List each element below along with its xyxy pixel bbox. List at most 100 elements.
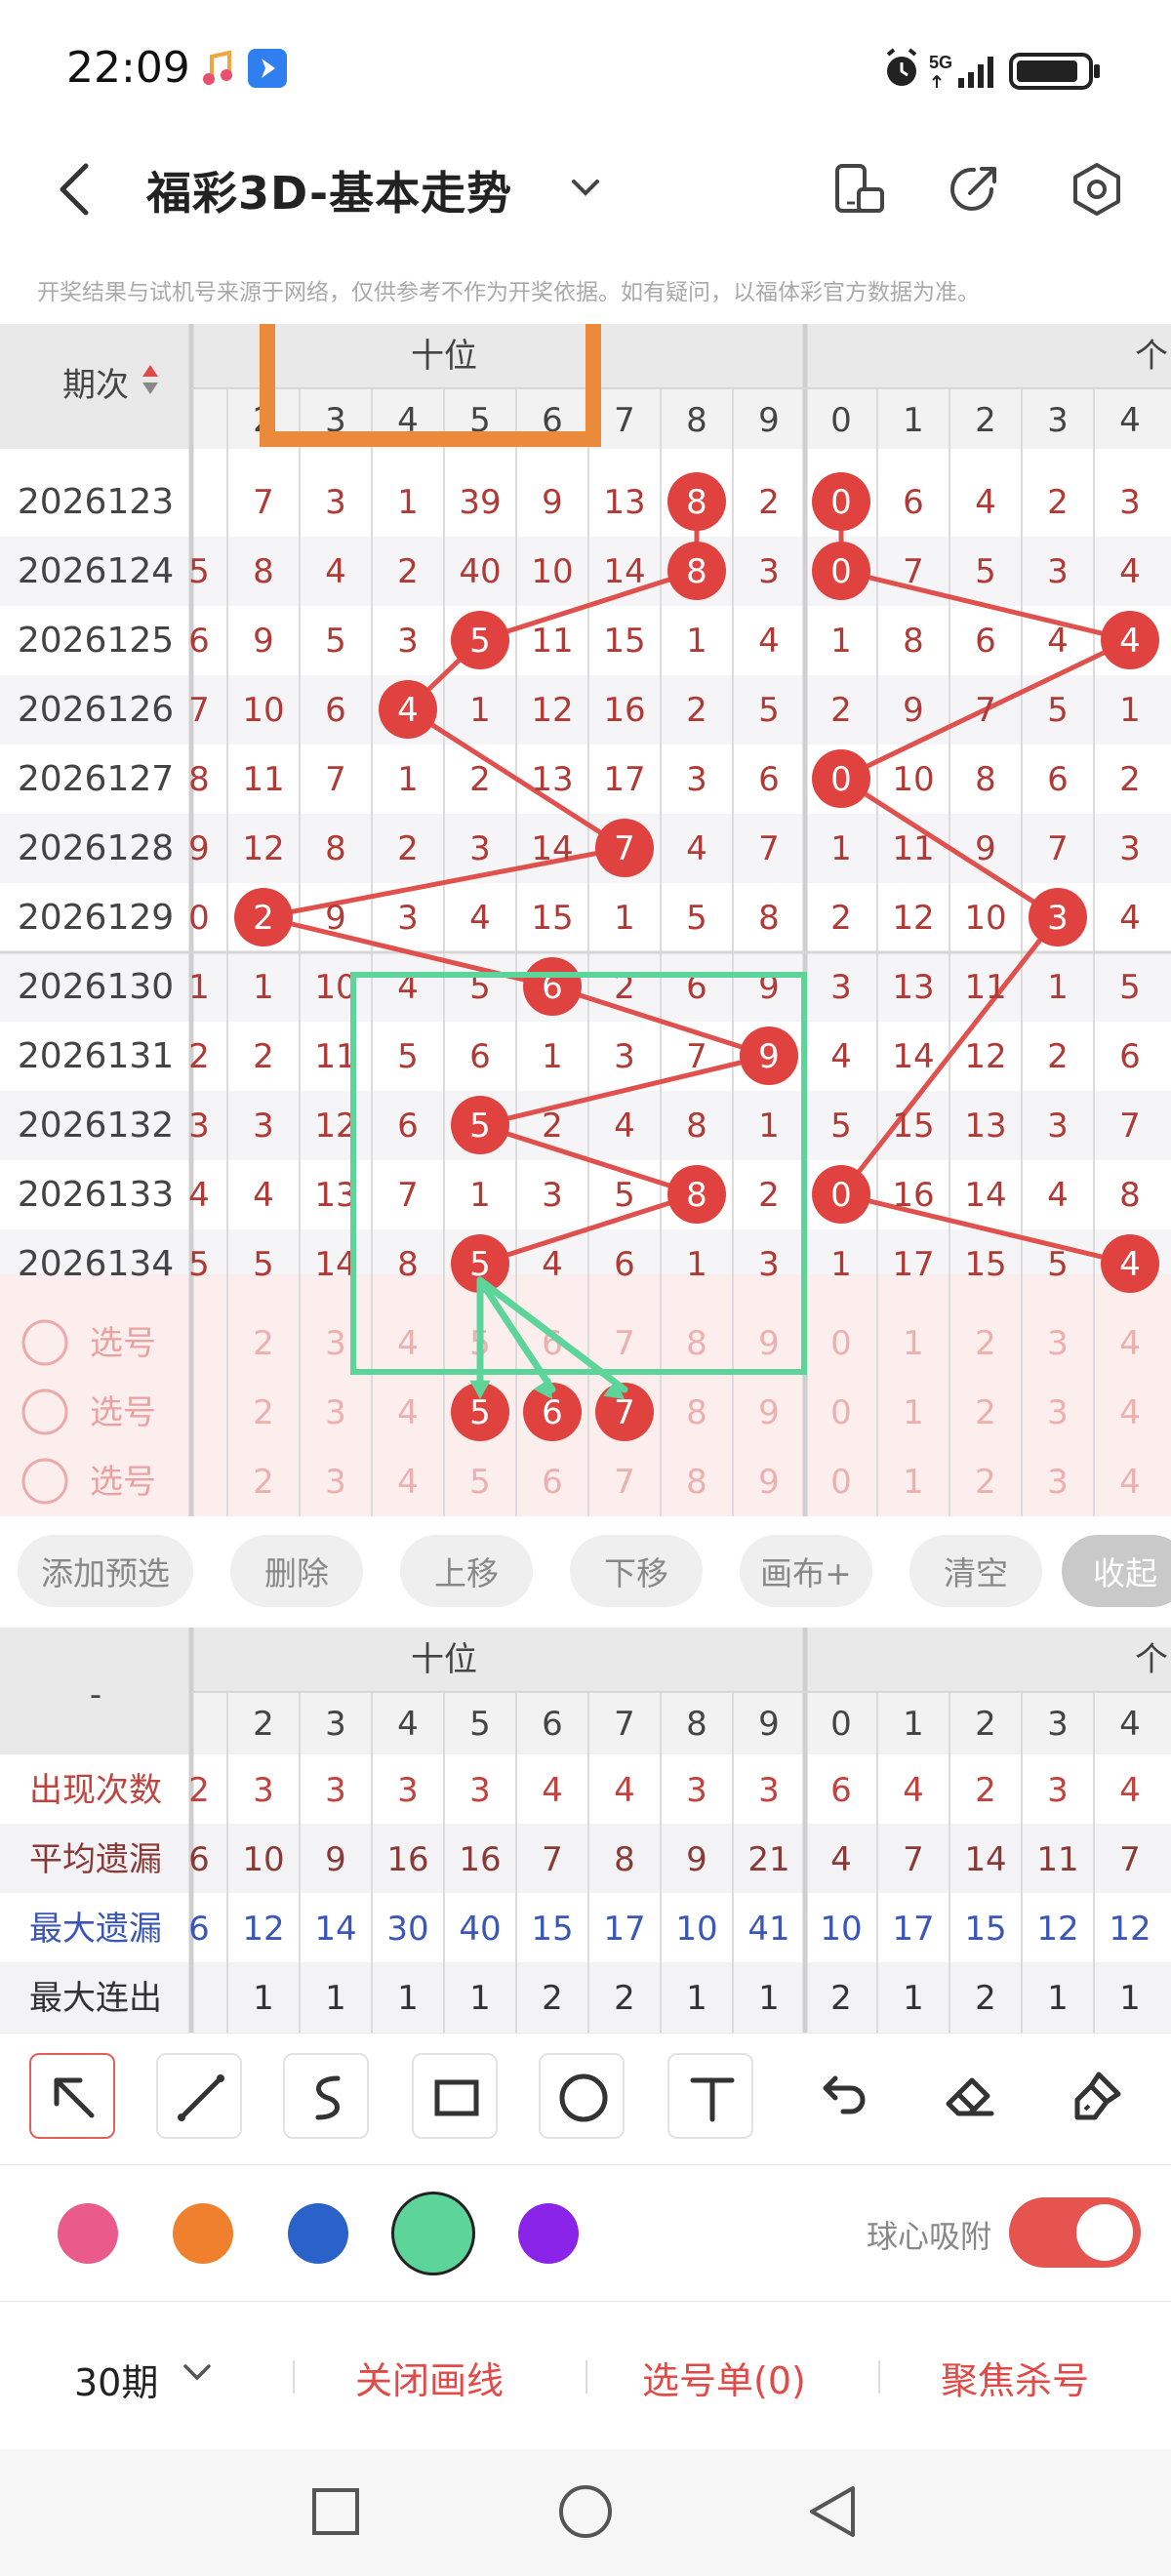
pink-swatch[interactable] bbox=[58, 2203, 118, 2264]
select-cell[interactable]: 4 bbox=[1119, 1463, 1141, 1502]
omission-cell: 2 bbox=[469, 760, 491, 799]
select-cell[interactable]: 3 bbox=[325, 1463, 346, 1502]
select-cell[interactable]: 3 bbox=[1047, 1463, 1069, 1502]
stats-cell: 17 bbox=[603, 1910, 645, 1949]
select-cell[interactable]: 1 bbox=[903, 1463, 924, 1502]
period-header[interactable]: 期次 bbox=[62, 366, 129, 405]
trend-chart[interactable]: 期次 十位个 2 3 4 5 6 7 8 9 0 1 2 3 4 2026123 7 3 1 39 9 13 8 2 0 6 4 2 3… bbox=[0, 324, 1171, 1516]
page-title[interactable]: 福彩3D-基本走势 bbox=[146, 158, 512, 222]
select-cell[interactable]: 3 bbox=[325, 1324, 346, 1363]
edge-cell: 5 bbox=[188, 1245, 210, 1284]
select-cell[interactable]: 3 bbox=[1047, 1393, 1069, 1432]
select-cell[interactable]: 4 bbox=[397, 1463, 419, 1502]
period-select[interactable]: 30期 bbox=[74, 2353, 158, 2406]
home-icon[interactable] bbox=[559, 2485, 612, 2538]
select-cell[interactable]: 5 bbox=[469, 1463, 491, 1502]
select-cell[interactable]: 9 bbox=[758, 1324, 780, 1363]
magnet-toggle[interactable] bbox=[1009, 2197, 1141, 2268]
omission-cell: 11 bbox=[531, 622, 573, 661]
rectangle-tool-button[interactable] bbox=[412, 2053, 498, 2139]
settings-icon[interactable] bbox=[1068, 160, 1126, 219]
stats-cell: 12 bbox=[1109, 1910, 1151, 1949]
hit-ball-label: 2 bbox=[253, 899, 274, 938]
phone-rotate-icon[interactable] bbox=[829, 160, 888, 219]
select-cell[interactable]: 8 bbox=[686, 1324, 707, 1363]
chevron-down-icon[interactable] bbox=[178, 2353, 217, 2392]
select-cell[interactable]: 1 bbox=[903, 1393, 924, 1432]
delete-button[interactable]: 删除 bbox=[230, 1535, 363, 1607]
stats-cell: 12 bbox=[242, 1910, 284, 1949]
chevron-down-icon[interactable] bbox=[566, 168, 605, 207]
omission-cell: 2 bbox=[830, 691, 852, 730]
orange-swatch[interactable] bbox=[173, 2203, 233, 2264]
select-cell[interactable]: 2 bbox=[975, 1324, 996, 1363]
undo-icon bbox=[823, 2075, 866, 2114]
back-icon[interactable] bbox=[51, 158, 100, 221]
select-cell[interactable]: 1 bbox=[903, 1324, 924, 1363]
canvas-plus-button[interactable]: 画布+ bbox=[740, 1535, 872, 1607]
move-down-button[interactable]: 下移 bbox=[570, 1535, 703, 1607]
stats-cell: 16 bbox=[386, 1840, 428, 1879]
tens-header: 十位 bbox=[411, 337, 477, 376]
select-cell[interactable]: 9 bbox=[758, 1393, 780, 1432]
select-cell[interactable]: 7 bbox=[614, 1463, 635, 1502]
select-cell[interactable]: 4 bbox=[1119, 1393, 1141, 1432]
stats-cell: 14 bbox=[314, 1910, 356, 1949]
undo-button[interactable] bbox=[798, 2053, 884, 2139]
separator bbox=[293, 2360, 295, 2394]
close-lines-button[interactable]: 关闭画线 bbox=[355, 2351, 504, 2404]
music-note-icon bbox=[203, 50, 232, 85]
select-cell[interactable]: 8 bbox=[686, 1393, 707, 1432]
select-cell[interactable]: 2 bbox=[253, 1393, 274, 1432]
select-cell[interactable]: 4 bbox=[397, 1324, 419, 1363]
omission-cell: 17 bbox=[603, 760, 645, 799]
share-icon[interactable] bbox=[945, 160, 1003, 219]
select-cell[interactable]: 0 bbox=[830, 1324, 852, 1363]
omission-cell: 7 bbox=[1119, 1107, 1141, 1146]
select-cell[interactable]: 4 bbox=[397, 1393, 419, 1432]
select-cell[interactable]: 2 bbox=[253, 1324, 274, 1363]
eraser-button[interactable] bbox=[927, 2053, 1013, 2139]
omission-cell: 4 bbox=[1119, 899, 1141, 938]
omission-cell: 1 bbox=[1119, 691, 1141, 730]
selection-list-button[interactable]: 选号单(0) bbox=[642, 2351, 806, 2404]
omission-cell: 1 bbox=[397, 760, 419, 799]
omission-cell: 1 bbox=[1047, 968, 1069, 1007]
arrow-tool-button[interactable] bbox=[29, 2053, 115, 2139]
omission-cell: 5 bbox=[758, 691, 780, 730]
blue-swatch[interactable] bbox=[288, 2203, 348, 2264]
select-cell[interactable]: 4 bbox=[1119, 1324, 1141, 1363]
omission-cell: 1 bbox=[469, 691, 491, 730]
text-tool-button[interactable] bbox=[667, 2053, 753, 2139]
circle-tool-button[interactable] bbox=[539, 2053, 625, 2139]
select-cell[interactable]: 0 bbox=[830, 1463, 852, 1502]
clear-button[interactable]: 清空 bbox=[909, 1535, 1042, 1607]
select-cell[interactable]: 3 bbox=[1047, 1324, 1069, 1363]
brush-button[interactable] bbox=[1054, 2053, 1140, 2139]
omission-cell: 8 bbox=[1119, 1176, 1141, 1215]
omission-cell: 4 bbox=[542, 1245, 563, 1284]
omission-cell: 12 bbox=[964, 1037, 1006, 1076]
purple-swatch[interactable] bbox=[518, 2203, 579, 2264]
select-cell[interactable]: 2 bbox=[253, 1463, 274, 1502]
move-up-button[interactable]: 上移 bbox=[400, 1535, 533, 1607]
select-cell[interactable]: 6 bbox=[542, 1463, 563, 1502]
collapse-button[interactable]: 收起 bbox=[1062, 1535, 1171, 1607]
omission-cell: 7 bbox=[253, 483, 274, 522]
curve-tool-button[interactable] bbox=[283, 2053, 369, 2139]
line-tool-button[interactable] bbox=[156, 2053, 242, 2139]
select-cell[interactable]: 8 bbox=[686, 1463, 707, 1502]
focus-kill-button[interactable]: 聚焦杀号 bbox=[941, 2351, 1089, 2404]
green-swatch[interactable] bbox=[391, 2192, 475, 2275]
select-cell[interactable]: 3 bbox=[325, 1393, 346, 1432]
trend-chart-svg[interactable]: 期次十位 个2 3 4 5 6 7 8 9 0 1 2 3 42026123 7 3 1 39 9 13 8 2 0 6 4 2 3… bbox=[0, 324, 1171, 1516]
select-cell[interactable]: 0 bbox=[830, 1393, 852, 1432]
omission-cell: 11 bbox=[242, 760, 284, 799]
add-preselect-button[interactable]: 添加预选 bbox=[18, 1535, 193, 1607]
select-cell[interactable]: 7 bbox=[614, 1324, 635, 1363]
select-cell[interactable]: 2 bbox=[975, 1393, 996, 1432]
nav-back-icon[interactable] bbox=[810, 2486, 855, 2537]
select-cell[interactable]: 2 bbox=[975, 1463, 996, 1502]
select-cell[interactable]: 9 bbox=[758, 1463, 780, 1502]
recent-apps-icon[interactable] bbox=[312, 2488, 359, 2535]
